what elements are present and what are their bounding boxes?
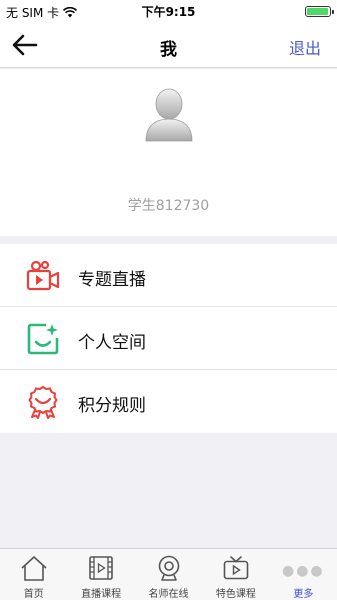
logout-button[interactable]: 退出 [289,35,321,59]
tab-teachers-online[interactable]: 名师在线 [135,549,202,600]
profile-section: 学生812730 [0,69,337,236]
tab-label: 直播课程 [81,589,122,600]
menu-item-label: 个人空间 [78,333,146,353]
more-dots-icon: ●●● [282,563,325,579]
avatar[interactable] [144,87,194,143]
tab-bar: 首页 直播课程 名师在线 特色课程 ●●● 更多 [0,548,337,600]
username: 学生812730 [127,198,210,214]
menu-item-live-topics[interactable]: 专题直播 [0,244,337,307]
menu-list: 专题直播 个人空间 积分规则 [0,244,337,433]
webcam-icon [158,555,179,581]
camera-live-icon [26,260,60,291]
tab-featured-courses[interactable]: 特色课程 [202,549,269,600]
tab-label: 名师在线 [148,589,189,600]
status-bar: 无 SIM 卡 下午9:15 [0,0,337,22]
tab-live-courses[interactable]: 直播课程 [67,549,134,600]
personal-space-icon [27,323,59,355]
tab-label: 更多 [293,589,314,600]
nav-bar: 我 退出 [0,22,337,68]
menu-item-personal-space[interactable]: 个人空间 [0,307,337,370]
status-time: 下午9:15 [141,5,196,19]
battery-icon [305,6,334,17]
tab-label: 特色课程 [215,589,256,600]
menu-item-points-rules[interactable]: 积分规则 [0,370,337,433]
page-title: 我 [160,40,177,60]
home-icon [21,556,47,581]
menu-item-label: 专题直播 [78,270,146,290]
tv-play-icon [223,556,249,580]
tab-more[interactable]: ●●● 更多 [270,549,337,600]
menu-item-label: 积分规则 [78,396,146,416]
film-play-icon [89,556,113,580]
award-ribbon-icon [28,385,58,419]
tab-label: 首页 [23,589,44,600]
tab-home[interactable]: 首页 [0,549,67,600]
